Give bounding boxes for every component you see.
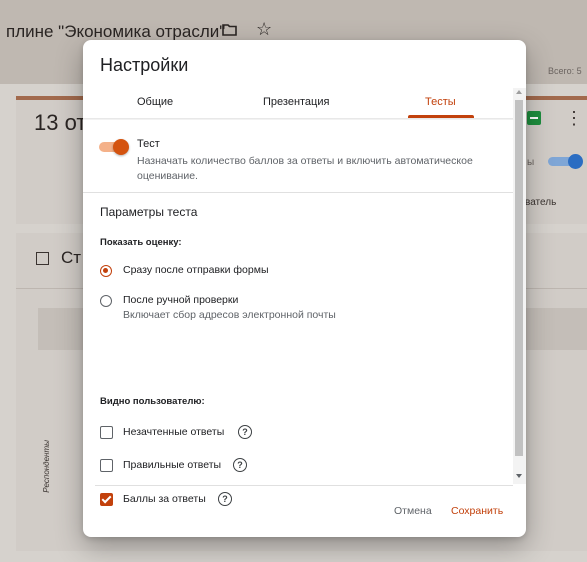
radio-manual-review-label[interactable]: После ручной проверки [123,294,238,306]
accepting-responses-label: ы [527,157,535,168]
quiz-toggle[interactable] [99,139,129,155]
quiz-title: Тест [137,138,160,150]
settings-dialog: Настройки Общие Презентация Тесты Тест Н… [83,40,526,537]
more-vert-icon[interactable]: ⋮ [565,108,583,129]
radio-manual-review-sub: Включает сбор адресов электронной почты [123,309,336,321]
checkbox-missed-questions[interactable] [100,426,113,439]
section-divider [83,192,513,193]
quiz-options-title: Параметры теста [100,205,198,219]
scroll-down-arrow-icon[interactable] [516,474,522,478]
form-title: плине "Экономика отрасли" [6,22,226,41]
radio-immediately[interactable] [100,265,112,277]
checkbox-point-values-label[interactable]: Баллы за ответы [123,493,206,505]
scroll-up-arrow-icon[interactable] [516,90,522,94]
scrollbar-thumb[interactable] [515,100,523,456]
tab-general[interactable]: Общие [137,96,173,108]
star-icon[interactable]: ☆ [256,19,272,40]
bar-chart-icon [36,252,49,265]
help-icon[interactable]: ? [238,425,252,439]
dialog-title: Настройки [100,55,189,75]
settings-content: Тест Назначать количество баллов за отве… [83,120,513,506]
tab-presentation[interactable]: Презентация [263,96,329,108]
radio-immediately-label[interactable]: Сразу после отправки формы [123,264,269,276]
release-grade-title: Показать оценку: [100,237,182,248]
checkbox-correct-answers[interactable] [100,459,113,472]
cancel-button[interactable]: Отмена [394,505,432,517]
dialog-scrollbar[interactable] [513,88,526,484]
summary-title: Ст [61,248,82,267]
responses-count: 13 от [34,110,87,135]
quiz-description: Назначать количество баллов за ответы и … [137,155,473,182]
checkbox-correct-answers-label[interactable]: Правильные ответы [123,459,221,471]
checkbox-missed-questions-label[interactable]: Незачтенные ответы [123,426,224,438]
view-by-user-label[interactable]: ватель [525,197,556,208]
total-score-label: Всего: 5 [548,66,582,76]
checkbox-point-values[interactable] [100,493,113,506]
accepting-responses-toggle[interactable] [548,154,583,169]
folder-icon[interactable] [222,24,237,36]
help-icon[interactable]: ? [233,458,247,472]
tab-quizzes[interactable]: Тесты [425,96,456,108]
footer-divider [95,485,513,486]
radio-manual-review[interactable] [100,295,112,307]
save-button[interactable]: Сохранить [451,505,503,517]
sheets-icon[interactable] [527,111,541,125]
respondent-can-see-title: Видно пользователю: [100,396,205,407]
help-icon[interactable]: ? [218,492,232,506]
